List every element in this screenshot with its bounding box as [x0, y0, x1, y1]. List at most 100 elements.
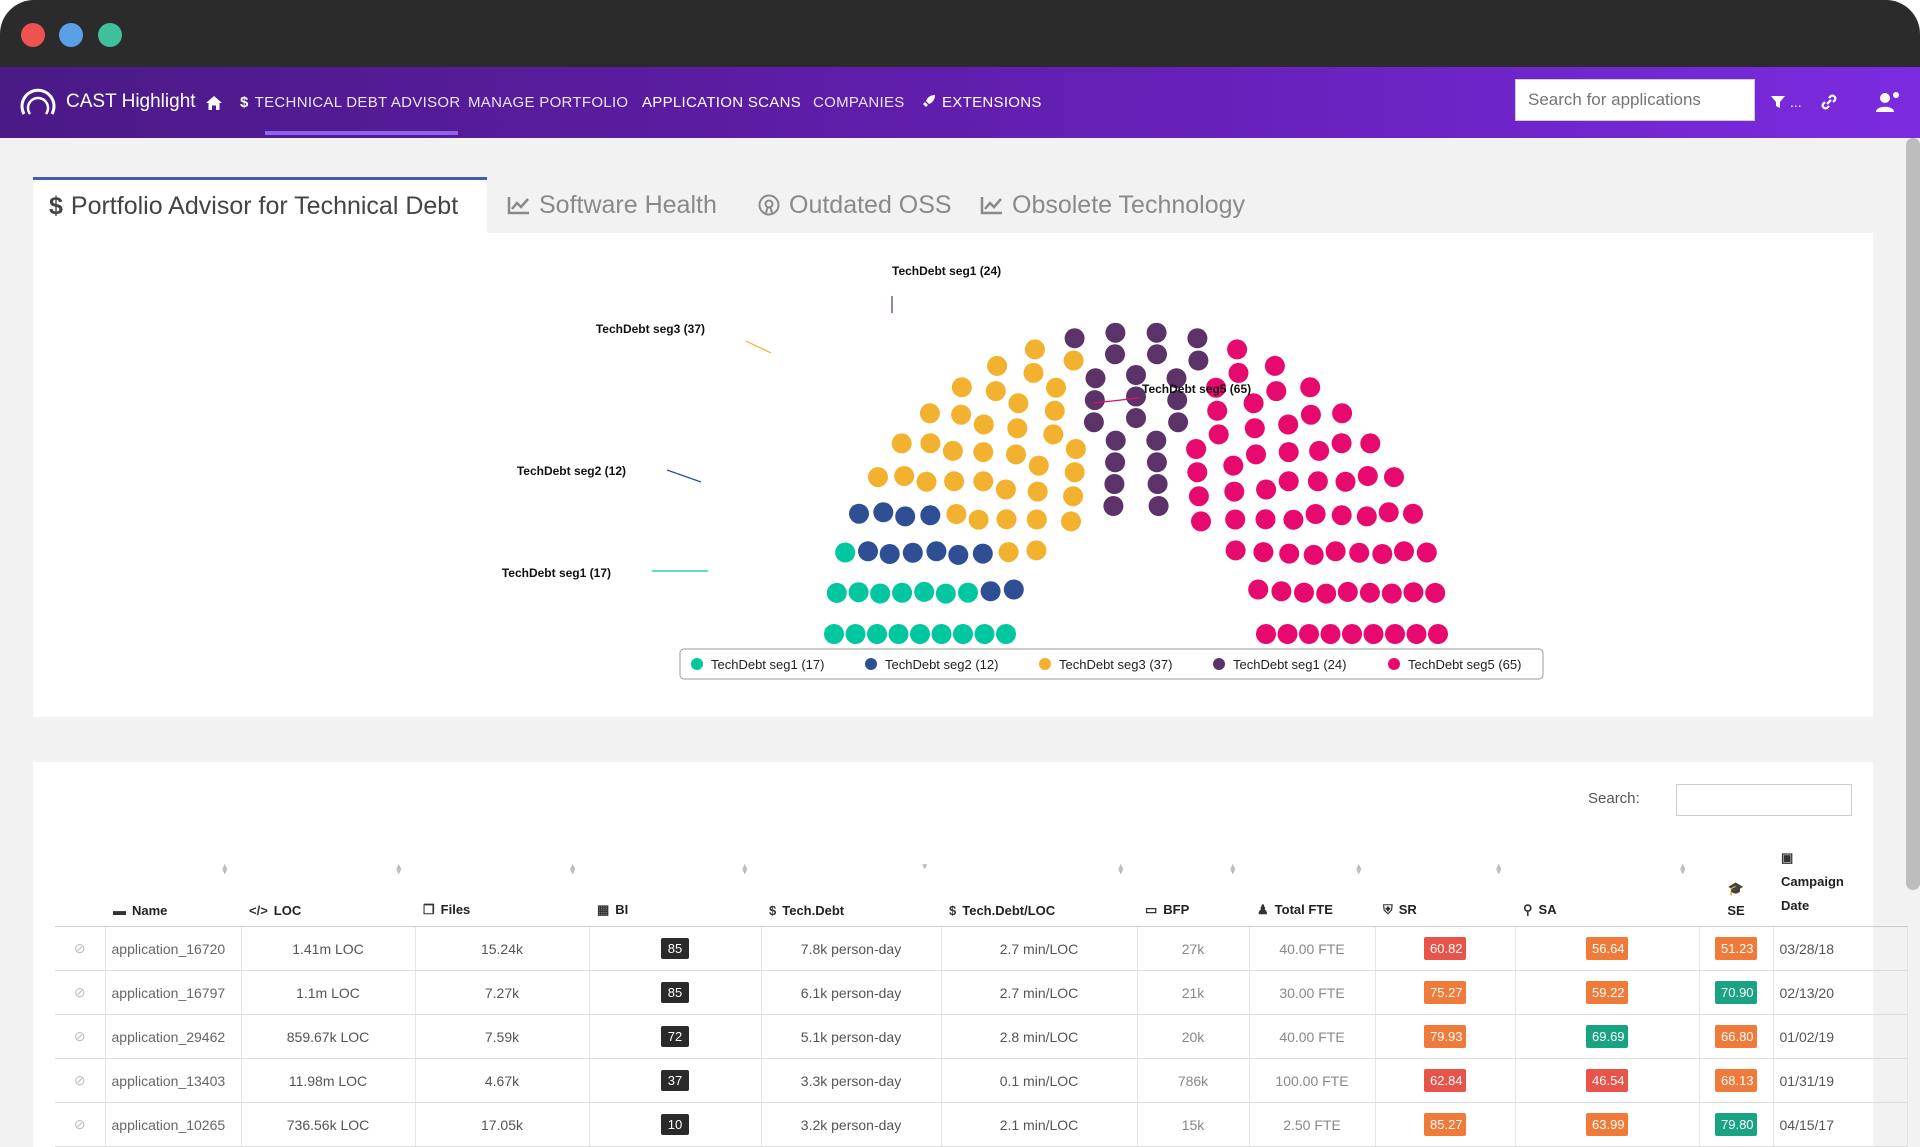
seat-3[interactable] [1046, 377, 1066, 398]
sort-icon[interactable]: ▴ ▾ [1680, 862, 1685, 876]
seat-5[interactable] [1406, 624, 1427, 644]
column-header-campaign-date[interactable]: ▣ Campaign Date [1773, 832, 1907, 927]
seat-2[interactable] [926, 541, 947, 562]
seat-1[interactable] [848, 582, 869, 603]
seat-4[interactable] [1147, 344, 1167, 365]
seat-5[interactable] [1331, 433, 1352, 454]
seat-5[interactable] [1191, 511, 1211, 532]
column-header-bfp[interactable]: ▭ BFP ▴ ▾ [1137, 832, 1249, 927]
page-scrollbar[interactable] [1906, 138, 1920, 890]
seat-3[interactable] [1043, 424, 1064, 445]
seat-5[interactable] [1266, 381, 1287, 402]
seat-3[interactable] [891, 433, 912, 454]
seat-2[interactable] [920, 505, 941, 526]
seat-4[interactable] [1188, 350, 1209, 371]
seat-2[interactable] [980, 581, 1001, 602]
legend-label[interactable]: TechDebt seg1 (17) [711, 657, 824, 672]
seat-5[interactable] [1300, 404, 1321, 425]
seat-5[interactable] [1227, 339, 1248, 360]
seat-1[interactable] [953, 624, 973, 644]
seat-3[interactable] [1063, 486, 1084, 507]
seat-5[interactable] [1394, 541, 1414, 562]
nav-manage-portfolio[interactable]: MANAGE PORTFOLIO [468, 67, 628, 138]
seat-4[interactable] [1084, 390, 1105, 411]
seat-4[interactable] [1187, 328, 1208, 349]
tab-software-health[interactable]: Software Health [491, 177, 733, 233]
maximize-window-button[interactable] [98, 23, 122, 47]
seat-4[interactable] [1085, 368, 1106, 389]
legend-marker[interactable] [1388, 658, 1400, 670]
table-row[interactable]: ⊘ application_29462 859.67k LOC 7.59k 72 5.1k… [55, 1014, 1908, 1059]
seat-1[interactable] [892, 582, 913, 603]
seat-1[interactable] [867, 624, 887, 644]
seat-3[interactable] [1061, 511, 1081, 532]
seat-5[interactable] [1416, 542, 1437, 563]
seat-1[interactable] [835, 542, 856, 563]
seat-3[interactable] [1028, 455, 1049, 476]
seat-1[interactable] [888, 624, 909, 644]
seat-3[interactable] [951, 404, 972, 425]
seat-5[interactable] [1359, 582, 1380, 603]
legend-label[interactable]: TechDebt seg2 (12) [885, 657, 998, 672]
seat-4[interactable] [1105, 430, 1126, 451]
seat-3[interactable] [1008, 393, 1029, 414]
seat-5[interactable] [1208, 424, 1229, 445]
seat-3[interactable] [1007, 418, 1028, 439]
seat-1[interactable] [845, 624, 866, 644]
seat-3[interactable] [985, 381, 1006, 402]
column-header-name[interactable]: ▬ Name ▴ ▾ [105, 832, 241, 927]
seat-1[interactable] [910, 624, 930, 644]
seat-3[interactable] [1006, 444, 1026, 465]
seat-3[interactable] [1023, 362, 1044, 383]
seat-5[interactable] [1224, 481, 1245, 502]
seat-1[interactable] [914, 581, 935, 602]
seat-4[interactable] [1064, 328, 1085, 349]
seat-5[interactable] [1378, 502, 1399, 523]
brand-logo[interactable]: CAST Highlight [18, 82, 196, 122]
seat-3[interactable] [946, 504, 967, 524]
seat-5[interactable] [1248, 579, 1269, 600]
table-search-input[interactable] [1676, 784, 1852, 816]
eye-slash-icon[interactable]: ⊘ [74, 984, 86, 1000]
seat-1[interactable] [974, 624, 995, 644]
seat-4[interactable] [1146, 322, 1167, 343]
seat-4[interactable] [1104, 474, 1125, 494]
seat-1[interactable] [824, 624, 844, 644]
tab-portfolio-advisor[interactable]: $ Portfolio Advisor for Technical Debt [33, 177, 487, 233]
seat-5[interactable] [1335, 471, 1356, 492]
sort-icon[interactable]: ▴ ▾ [570, 862, 575, 876]
seat-4[interactable] [1083, 412, 1104, 433]
seat-3[interactable] [944, 471, 965, 492]
seat-5[interactable] [1283, 509, 1304, 530]
seat-5[interactable] [1244, 418, 1265, 439]
user-icon[interactable] [1875, 90, 1901, 114]
seat-5[interactable] [1356, 506, 1377, 527]
eye-slash-icon[interactable]: ⊘ [74, 1072, 86, 1088]
seat-3[interactable] [1024, 339, 1045, 360]
seat-5[interactable] [1207, 400, 1228, 421]
seat-5[interactable] [1246, 444, 1266, 465]
tab-obsolete-technology[interactable]: Obsolete Technology [964, 177, 1261, 233]
seat-5[interactable] [1303, 544, 1324, 565]
seat-1[interactable] [996, 624, 1016, 644]
seat-1[interactable] [931, 624, 952, 644]
seat-2[interactable] [873, 502, 894, 523]
sort-icon[interactable]: ▾ [922, 862, 927, 871]
column-header-sa[interactable]: ⚲ SA ▴ ▾ [1515, 832, 1699, 927]
sort-icon[interactable]: ▴ ▾ [1356, 862, 1361, 876]
seat-4[interactable] [1105, 452, 1126, 473]
seat-4[interactable] [1126, 408, 1146, 428]
sort-icon[interactable]: ▴ ▾ [742, 862, 747, 876]
seat-2[interactable] [972, 543, 993, 564]
table-row[interactable]: ⊘ application_16797 1.1m LOC 7.27k 85 6.1k pe… [55, 970, 1908, 1015]
seat-5[interactable] [1320, 624, 1341, 644]
seat-4[interactable] [1103, 496, 1124, 516]
eye-slash-icon[interactable]: ⊘ [74, 1116, 86, 1132]
seat-5[interactable] [1309, 440, 1330, 461]
seat-5[interactable] [1384, 467, 1404, 488]
seat-3[interactable] [998, 542, 1019, 563]
application-search-input[interactable] [1515, 79, 1755, 121]
seat-2[interactable] [849, 503, 869, 524]
seat-5[interactable] [1300, 377, 1321, 398]
seat-5[interactable] [1332, 403, 1353, 424]
